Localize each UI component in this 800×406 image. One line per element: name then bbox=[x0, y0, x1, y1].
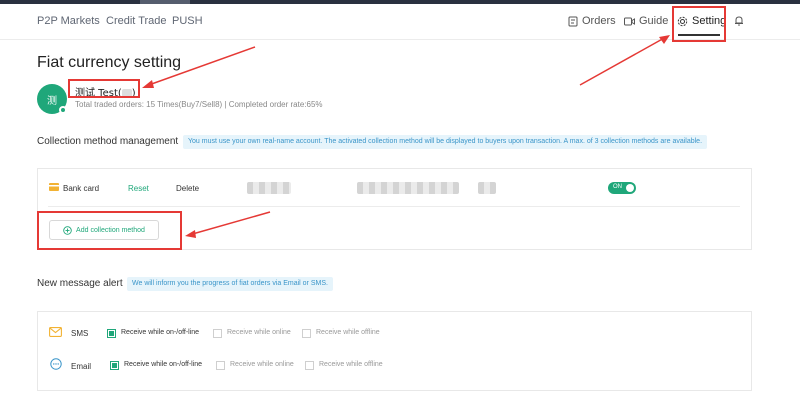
email-label: Email bbox=[71, 362, 92, 371]
bank-card-label: Bank card bbox=[63, 184, 100, 193]
online-status-dot bbox=[59, 106, 67, 114]
email-receive-offline-checkbox[interactable] bbox=[305, 361, 314, 370]
collection-section-title: Collection method management bbox=[37, 136, 179, 147]
email-receive-on-off-line-label: Receive while on-/off-line bbox=[124, 361, 203, 368]
email-receive-offline-label: Receive while offline bbox=[319, 361, 383, 368]
nav-guide-label: Guide bbox=[639, 15, 669, 27]
video-icon bbox=[624, 17, 635, 25]
nav-guide[interactable]: Guide bbox=[624, 15, 668, 27]
sms-receive-online-label: Receive while online bbox=[227, 329, 291, 336]
email-receive-on-off-line-checkbox[interactable] bbox=[110, 361, 119, 370]
sms-receive-online-checkbox[interactable] bbox=[213, 329, 222, 338]
plus-circle-icon bbox=[63, 225, 72, 235]
toggle-knob bbox=[626, 184, 634, 192]
username: 测试 Test() bbox=[75, 84, 136, 99]
bank-name-redacted bbox=[478, 182, 496, 194]
toggle-state-label: ON bbox=[613, 184, 622, 190]
add-collection-method-label: Add collection method bbox=[76, 226, 145, 234]
sms-receive-on-off-line-label: Receive while on-/off-line bbox=[121, 329, 200, 336]
email-receive-online-label: Receive while online bbox=[230, 361, 294, 368]
account-number-redacted bbox=[357, 182, 459, 194]
alert-notice: We will inform you the progress of fiat … bbox=[127, 277, 333, 291]
nav-push[interactable]: PUSH bbox=[172, 15, 203, 27]
username-text: 测试 Test( bbox=[75, 88, 122, 99]
nav-orders-label: Orders bbox=[582, 15, 616, 27]
nav-credit-trade[interactable]: Credit Trade bbox=[106, 15, 167, 27]
collection-method-toggle[interactable]: ON bbox=[608, 182, 636, 194]
collection-notice: You must use your own real-name account.… bbox=[183, 135, 708, 149]
delete-link[interactable]: Delete bbox=[176, 184, 199, 193]
nav-setting[interactable]: Setting bbox=[677, 15, 726, 27]
page-title: Fiat currency setting bbox=[37, 54, 182, 71]
gear-icon bbox=[677, 16, 688, 26]
chat-bubble-icon bbox=[50, 358, 62, 370]
user-stats: Total traded orders: 15 Times(Buy7/Sell8… bbox=[75, 100, 323, 109]
reset-link[interactable]: Reset bbox=[128, 184, 149, 193]
bank-card-icon bbox=[49, 183, 59, 191]
nav-setting-label: Setting bbox=[692, 15, 727, 27]
sms-receive-on-off-line-checkbox[interactable] bbox=[107, 329, 116, 338]
sms-receive-offline-label: Receive while offline bbox=[316, 329, 380, 336]
setting-tab-indicator bbox=[678, 34, 720, 36]
sms-label: SMS bbox=[71, 329, 89, 338]
alert-section-title: New message alert bbox=[37, 278, 123, 289]
message-alert-card bbox=[37, 311, 752, 391]
notification-bell[interactable] bbox=[734, 15, 744, 26]
username-blurred bbox=[121, 89, 132, 97]
sms-receive-offline-checkbox[interactable] bbox=[302, 329, 311, 338]
account-name-redacted bbox=[247, 182, 291, 194]
envelope-icon bbox=[49, 327, 62, 337]
username-suffix: ) bbox=[131, 88, 136, 99]
add-collection-method-button[interactable]: Add collection method bbox=[49, 220, 159, 240]
nav-orders[interactable]: Orders bbox=[568, 15, 616, 27]
orders-icon bbox=[568, 16, 578, 26]
email-receive-online-checkbox[interactable] bbox=[216, 361, 225, 370]
card-divider bbox=[48, 206, 740, 207]
bell-icon bbox=[735, 16, 743, 26]
nav-p2p-markets[interactable]: P2P Markets bbox=[37, 15, 100, 27]
